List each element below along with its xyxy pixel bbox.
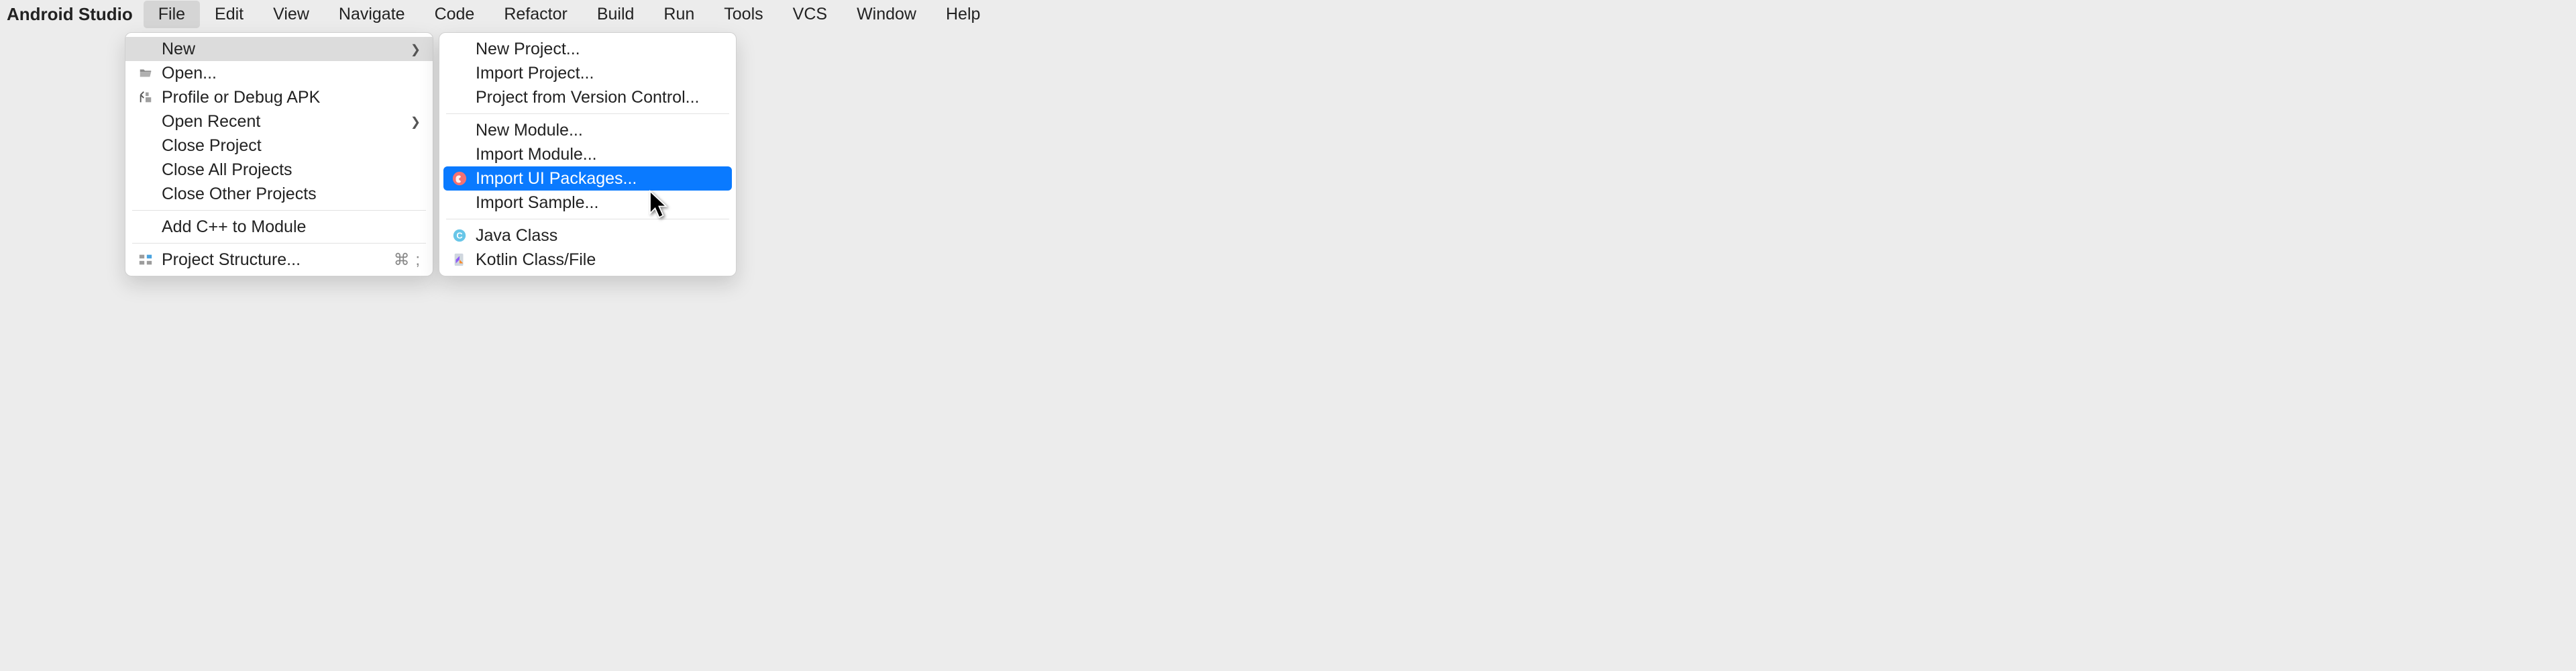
file-menu-item-label: Open...: [162, 64, 421, 83]
submenu-item-label: Project from Version Control...: [476, 88, 724, 107]
new-submenu-item-new-project[interactable]: New Project...: [439, 37, 736, 61]
menubar-item-refactor[interactable]: Refactor: [489, 1, 582, 28]
file-menu-item-new[interactable]: New ❯: [125, 37, 433, 61]
file-menu-item-add-cpp[interactable]: Add C++ to Module: [125, 215, 433, 239]
svg-text:C: C: [456, 231, 462, 241]
menubar-item-file[interactable]: File: [144, 1, 200, 28]
new-submenu-item-java-class[interactable]: C Java Class: [439, 223, 736, 248]
menu-separator: [446, 113, 729, 114]
file-menu-item-close-other-projects[interactable]: Close Other Projects: [125, 182, 433, 206]
file-menu-item-label: New: [162, 40, 402, 59]
new-submenu-item-import-sample[interactable]: Import Sample...: [439, 191, 736, 215]
chevron-right-icon: ❯: [411, 112, 421, 132]
java-class-icon: C: [451, 227, 468, 244]
kotlin-file-icon: [451, 252, 468, 268]
file-menu-item-close-project[interactable]: Close Project: [125, 134, 433, 158]
new-submenu-item-import-project[interactable]: Import Project...: [439, 61, 736, 85]
submenu-item-label: New Module...: [476, 121, 724, 140]
file-menu-item-label: Open Recent: [162, 112, 402, 132]
menu-separator: [132, 210, 426, 211]
menubar-item-edit[interactable]: Edit: [200, 1, 258, 28]
new-submenu-item-kotlin-class-file[interactable]: Kotlin Class/File: [439, 248, 736, 272]
file-menu-item-label: Add C++ to Module: [162, 217, 421, 237]
menubar: Android Studio File Edit View Navigate C…: [0, 0, 2576, 30]
menubar-item-run[interactable]: Run: [649, 1, 709, 28]
submenu-item-label: Import Sample...: [476, 193, 724, 213]
file-menu-item-label: Close Project: [162, 136, 421, 156]
project-structure-icon: [138, 252, 154, 268]
file-menu-item-label: Close All Projects: [162, 160, 421, 180]
menubar-item-navigate[interactable]: Navigate: [324, 1, 420, 28]
submenu-item-label: Kotlin Class/File: [476, 250, 724, 270]
file-menu-item-project-structure[interactable]: Project Structure... ⌘ ;: [125, 248, 433, 272]
new-submenu-item-new-module[interactable]: New Module...: [439, 118, 736, 142]
menubar-item-vcs[interactable]: VCS: [778, 1, 842, 28]
relay-plugin-icon: [451, 170, 468, 187]
file-menu-dropdown: New ❯ Open... Profile or Debug APK Open …: [125, 32, 433, 276]
file-menu-item-open[interactable]: Open...: [125, 61, 433, 85]
file-menu-item-label: Project Structure...: [162, 250, 386, 270]
folder-open-icon: [138, 65, 154, 81]
file-menu-item-profile-apk[interactable]: Profile or Debug APK: [125, 85, 433, 109]
submenu-item-label: Import Project...: [476, 64, 724, 83]
menubar-item-tools[interactable]: Tools: [709, 1, 777, 28]
chevron-right-icon: ❯: [411, 40, 421, 59]
menubar-item-code[interactable]: Code: [420, 1, 490, 28]
new-submenu-dropdown: New Project... Import Project... Project…: [439, 32, 737, 276]
new-submenu-item-import-ui-packages[interactable]: Import UI Packages...: [443, 166, 732, 191]
app-name: Android Studio: [7, 0, 144, 29]
menubar-item-window[interactable]: Window: [842, 1, 931, 28]
file-menu-item-label: Profile or Debug APK: [162, 88, 421, 107]
submenu-item-label: Import UI Packages...: [476, 169, 724, 189]
submenu-item-label: New Project...: [476, 40, 724, 59]
menubar-item-build[interactable]: Build: [582, 1, 649, 28]
file-menu-item-open-recent[interactable]: Open Recent ❯: [125, 109, 433, 134]
profile-apk-icon: [138, 89, 154, 105]
submenu-item-label: Java Class: [476, 226, 724, 246]
file-menu-item-close-all-projects[interactable]: Close All Projects: [125, 158, 433, 182]
menu-separator: [132, 243, 426, 244]
background-area: New ❯ Open... Profile or Debug APK Open …: [0, 30, 2576, 671]
menubar-item-view[interactable]: View: [258, 1, 324, 28]
keyboard-shortcut: ⌘ ;: [394, 250, 421, 270]
new-submenu-item-import-module[interactable]: Import Module...: [439, 142, 736, 166]
submenu-item-label: Import Module...: [476, 145, 724, 164]
file-menu-item-label: Close Other Projects: [162, 185, 421, 204]
new-submenu-item-project-from-vcs[interactable]: Project from Version Control...: [439, 85, 736, 109]
menubar-item-help[interactable]: Help: [931, 1, 995, 28]
